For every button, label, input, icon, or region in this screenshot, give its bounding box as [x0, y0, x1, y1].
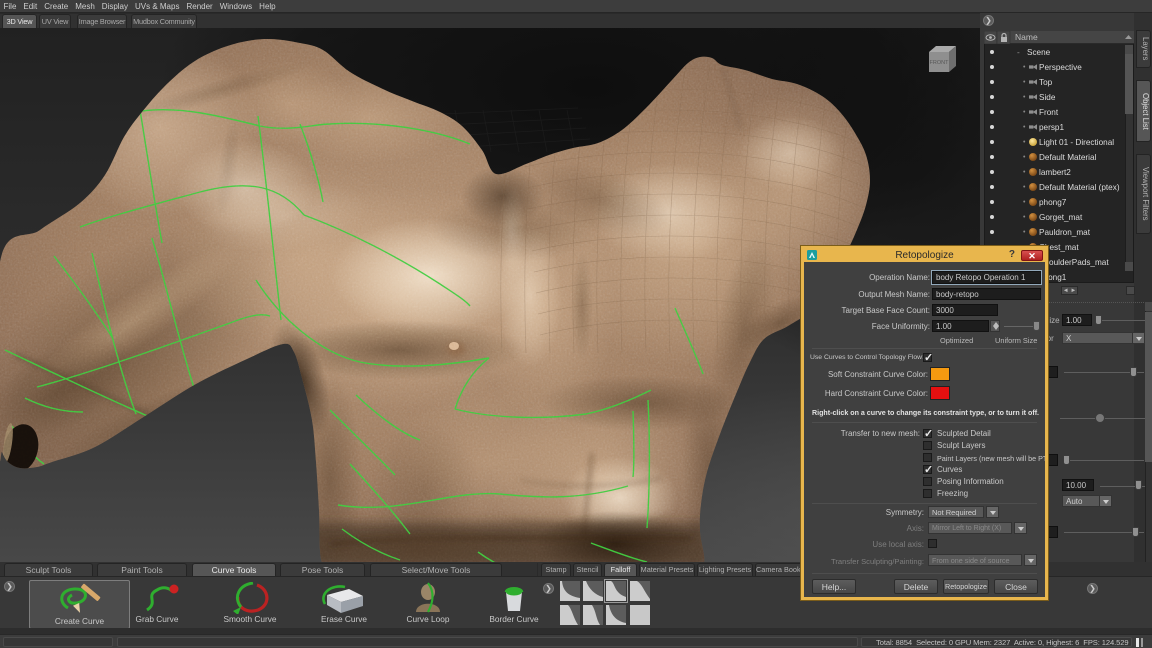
svg-text:FRONT: FRONT: [930, 60, 950, 66]
